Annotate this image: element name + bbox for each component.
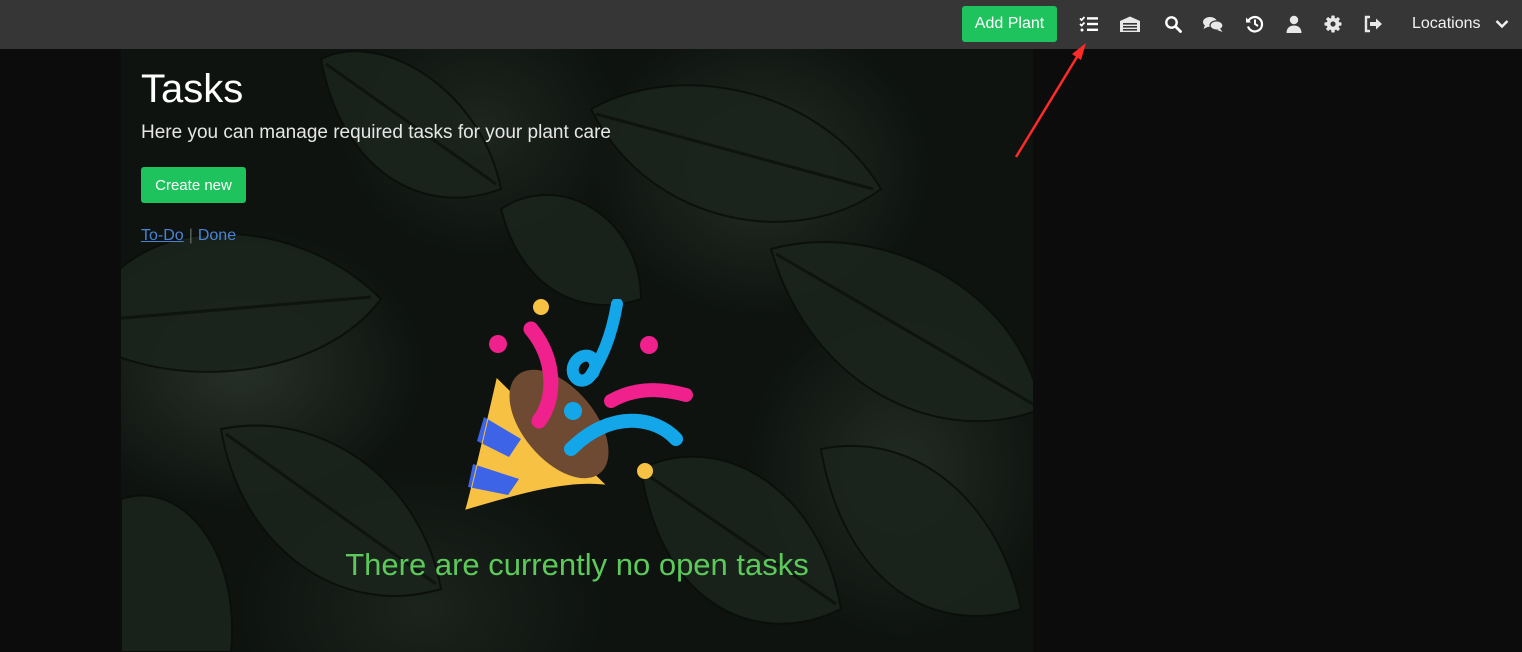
- locations-dropdown[interactable]: Locations: [1412, 13, 1509, 35]
- task-filter-links: To-Do | Done: [141, 227, 236, 245]
- tasks-panel: Tasks Here you can manage required tasks…: [121, 49, 1033, 652]
- locations-label: Locations: [1412, 15, 1481, 32]
- user-icon[interactable]: [1283, 13, 1305, 35]
- todo-filter-link[interactable]: To-Do: [141, 227, 184, 244]
- chevron-down-icon: [1495, 20, 1508, 29]
- gear-icon[interactable]: [1322, 13, 1344, 35]
- tasks-icon[interactable]: [1078, 13, 1100, 35]
- top-navbar: Add Plant Locations: [0, 0, 1522, 49]
- history-icon[interactable]: [1244, 13, 1266, 35]
- page-subtitle: Here you can manage required tasks for y…: [141, 122, 611, 143]
- page-title: Tasks: [141, 67, 244, 111]
- create-new-button[interactable]: Create new: [141, 167, 246, 203]
- empty-state-message: There are currently no open tasks: [345, 547, 809, 582]
- search-icon[interactable]: [1162, 13, 1184, 35]
- inventory-icon[interactable]: [1119, 13, 1141, 35]
- logout-icon[interactable]: [1362, 13, 1384, 35]
- chat-icon[interactable]: [1202, 13, 1224, 35]
- add-plant-button[interactable]: Add Plant: [962, 6, 1057, 42]
- party-popper-icon: [465, 299, 693, 510]
- done-filter-link[interactable]: Done: [198, 227, 236, 244]
- filter-separator: |: [188, 227, 193, 244]
